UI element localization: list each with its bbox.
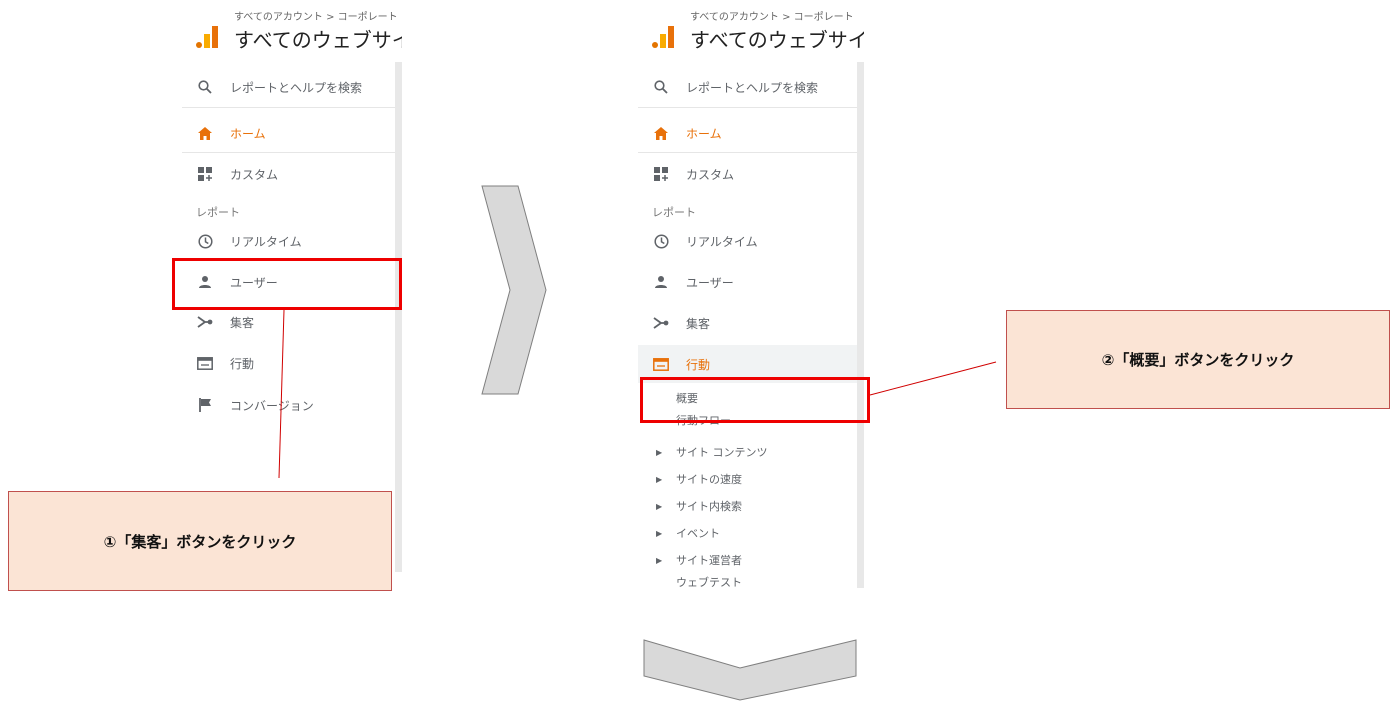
- connector-line-step1: [278, 309, 285, 479]
- down-chevron-arrow: [643, 639, 857, 701]
- right-chevron-arrow: [481, 185, 547, 395]
- callout-step2-text: ②「概要」ボタンをクリック: [1101, 351, 1295, 369]
- connector-line-step2: [869, 361, 997, 396]
- callout-step2: ②「概要」ボタンをクリック: [1006, 310, 1390, 409]
- callout-step1-text: ①「集客」ボタンをクリック: [103, 532, 297, 551]
- callout-step1: ①「集客」ボタンをクリック: [8, 491, 392, 591]
